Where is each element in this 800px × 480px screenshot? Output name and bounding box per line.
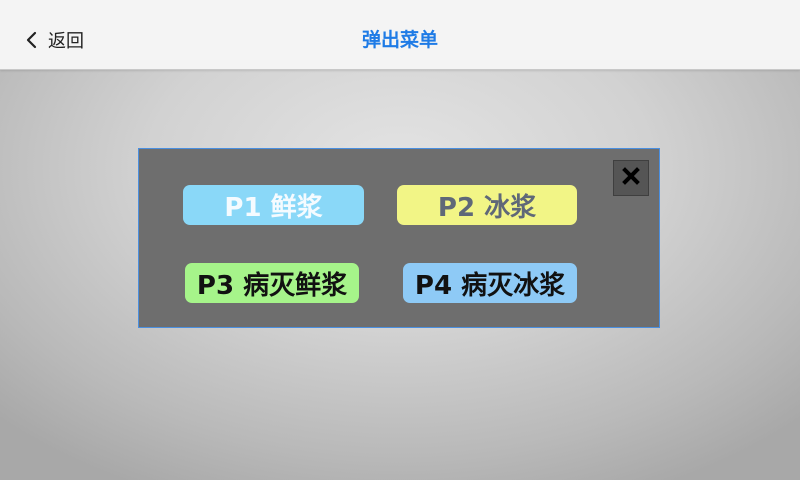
close-icon — [621, 166, 641, 190]
header-bar: 返回 弹出菜单 — [0, 0, 800, 70]
close-button[interactable] — [613, 160, 649, 196]
popup-menu-dialog: P1 鲜浆 P2 冰浆 P3 病灭鲜浆 P4 病灭冰浆 — [138, 148, 660, 328]
option-p4-button[interactable]: P4 病灭冰浆 — [403, 263, 577, 303]
option-p1-button[interactable]: P1 鲜浆 — [183, 185, 364, 225]
option-p3-button[interactable]: P3 病灭鲜浆 — [185, 263, 359, 303]
option-p2-button[interactable]: P2 冰浆 — [397, 185, 577, 225]
page-title: 弹出菜单 — [361, 29, 438, 51]
